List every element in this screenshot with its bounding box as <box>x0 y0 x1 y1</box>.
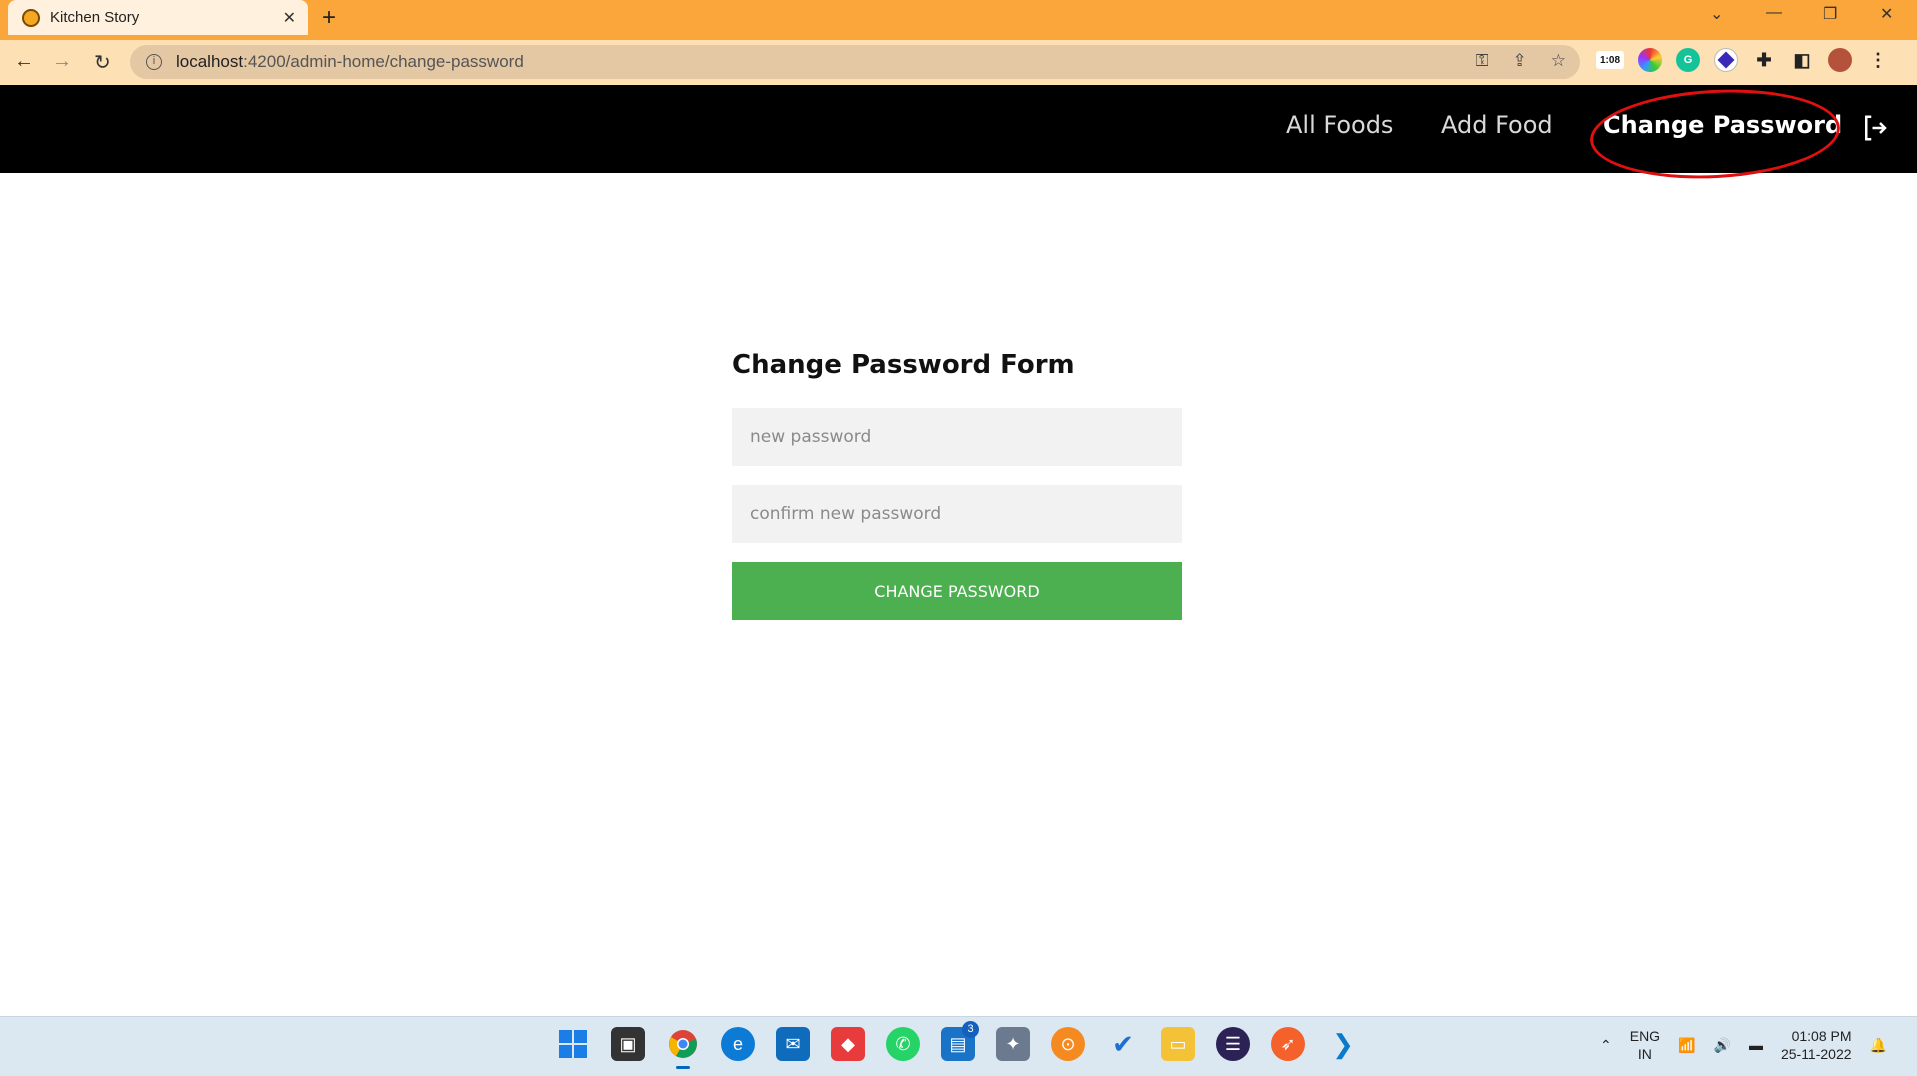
url-host: localhost <box>176 52 244 71</box>
chrome-icon[interactable] <box>666 1027 700 1069</box>
language-indicator[interactable]: ENG IN <box>1630 1027 1660 1063</box>
notifications-icon[interactable]: 🔔 <box>1870 1037 1887 1054</box>
profile-avatar[interactable] <box>1828 48 1852 72</box>
windows-start-icon[interactable] <box>556 1027 590 1061</box>
url-path: :4200/admin-home/change-password <box>243 52 524 71</box>
forward-arrow-icon[interactable]: → <box>52 50 72 73</box>
orange-app-icon[interactable]: ⊙ <box>1051 1027 1085 1061</box>
grammarly-extension-icon[interactable]: G <box>1676 48 1700 72</box>
extensions-bar: 1:08 G ✚ ◧ ⋮ <box>1596 48 1890 72</box>
clock-date: 25-11-2022 <box>1780 1046 1852 1062</box>
back-arrow-icon[interactable]: ← <box>14 50 34 73</box>
timer-extension-icon[interactable]: 1:08 <box>1596 51 1624 69</box>
change-password-button[interactable]: CHANGE PASSWORD <box>732 562 1182 620</box>
new-tab-button[interactable]: + <box>322 4 336 32</box>
clock[interactable]: 01:08 PM 25-11-2022 <box>1781 1027 1852 1063</box>
color-picker-extension-icon[interactable] <box>1638 48 1662 72</box>
notification-badge: 3 <box>962 1021 979 1038</box>
address-bar-actions: ⚿ ⇪ ☆ <box>1476 51 1566 71</box>
nav-all-foods[interactable]: All Foods <box>1286 111 1393 139</box>
reload-icon[interactable]: ↻ <box>94 50 111 75</box>
nav-add-food[interactable]: Add Food <box>1441 111 1553 139</box>
windows-taskbar: ▣ e ✉ ◆ ✆ ▤ 3 ✦ ⊙ ✔ ▭ ☰ ➶ ❯ ⌃ ENG IN 📶 🔊 ▬… <box>0 1016 1917 1076</box>
eclipse-icon[interactable]: ☰ <box>1216 1027 1250 1061</box>
postman-icon[interactable]: ➶ <box>1271 1027 1305 1061</box>
whatsapp-icon[interactable]: ✆ <box>886 1027 920 1061</box>
lang-code: ENG <box>1629 1028 1661 1044</box>
active-app-indicator <box>676 1066 690 1069</box>
minimize-icon[interactable]: — <box>1766 4 1782 22</box>
bookmark-star-icon[interactable]: ☆ <box>1551 51 1566 71</box>
puzzle-extensions-icon[interactable]: ✚ <box>1752 48 1776 72</box>
tab-title: Kitchen Story <box>50 9 140 26</box>
side-panel-icon[interactable]: ◧ <box>1790 48 1814 72</box>
tray-chevron-up-icon[interactable]: ⌃ <box>1600 1037 1612 1054</box>
kitchen-story-favicon-icon <box>22 8 40 27</box>
task-view-icon[interactable]: ▣ <box>611 1027 645 1061</box>
volume-icon[interactable]: 🔊 <box>1714 1037 1731 1054</box>
logout-icon[interactable] <box>1860 113 1890 143</box>
confirm-password-input[interactable] <box>732 485 1182 543</box>
chrome-menu-icon[interactable]: ⋮ <box>1866 48 1890 72</box>
url-text[interactable]: localhost:4200/admin-home/change-passwor… <box>176 52 524 72</box>
shield-extension-icon[interactable] <box>1714 48 1738 72</box>
system-tray: ⌃ ENG IN 📶 🔊 ▬ 01:08 PM 25-11-2022 🔔 <box>1600 1027 1887 1063</box>
window-close-icon[interactable]: ✕ <box>1880 4 1893 24</box>
form-title: Change Password Form <box>732 350 1075 380</box>
todo-check-icon[interactable]: ✔ <box>1106 1027 1140 1061</box>
browser-tab[interactable]: Kitchen Story ✕ <box>8 0 308 35</box>
anydesk-icon[interactable]: ◆ <box>831 1027 865 1061</box>
file-explorer-icon[interactable]: ▭ <box>1161 1027 1195 1061</box>
key-icon[interactable]: ⚿ <box>1476 51 1489 71</box>
new-password-input[interactable] <box>732 408 1182 466</box>
battery-icon[interactable]: ▬ <box>1749 1037 1763 1053</box>
change-password-form: Change Password Form CHANGE PASSWORD <box>732 350 1182 620</box>
vscode-icon[interactable]: ❯ <box>1326 1027 1360 1061</box>
edge-icon[interactable]: e <box>721 1027 755 1061</box>
store-icon[interactable]: ▤ 3 <box>941 1021 979 1061</box>
address-bar[interactable]: i localhost:4200/admin-home/change-passw… <box>130 45 1580 79</box>
wifi-icon[interactable]: 📶 <box>1678 1037 1695 1054</box>
browser-toolbar: ← → ↻ i localhost:4200/admin-home/change… <box>0 40 1917 85</box>
mail-icon[interactable]: ✉ <box>776 1027 810 1061</box>
lang-region: IN <box>1637 1046 1652 1062</box>
share-icon[interactable]: ⇪ <box>1513 51 1527 71</box>
taskbar-apps: ▣ e ✉ ◆ ✆ ▤ 3 ✦ ⊙ ✔ ▭ ☰ ➶ ❯ <box>556 1021 1360 1069</box>
tab-close-icon[interactable]: ✕ <box>283 8 296 28</box>
restore-icon[interactable]: ❐ <box>1823 4 1837 24</box>
clock-time: 01:08 PM <box>1791 1028 1852 1044</box>
site-info-icon[interactable]: i <box>146 54 162 70</box>
tab-search-chevron-icon[interactable]: ⌄ <box>1710 4 1723 24</box>
settings-app-icon[interactable]: ✦ <box>996 1027 1030 1061</box>
